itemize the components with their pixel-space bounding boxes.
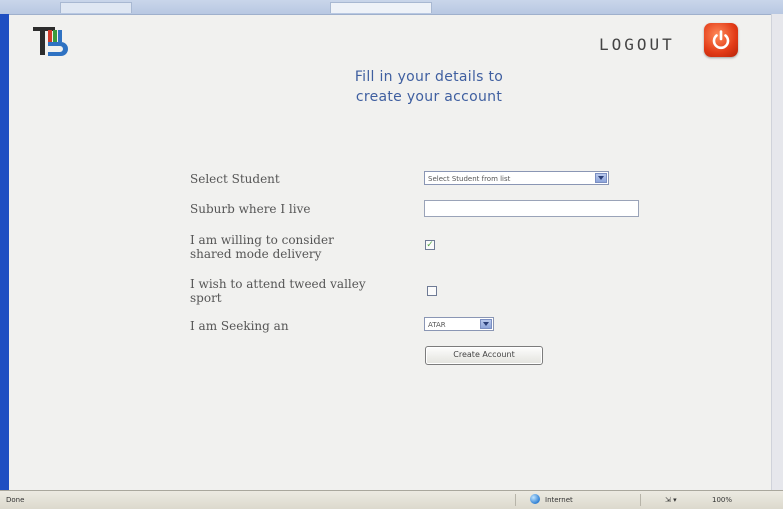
shared-mode-label: I am willing to consider shared mode del… <box>190 233 334 261</box>
tweed-sport-checkbox[interactable] <box>427 286 437 296</box>
seeking-label: I am Seeking an <box>190 319 289 333</box>
browser-status-bar: Done Internet ⇲ ▾ 100% <box>0 490 783 509</box>
chevron-down-icon[interactable] <box>480 319 492 329</box>
seeking-value: ATAR <box>428 321 446 329</box>
status-divider <box>515 494 516 506</box>
power-icon <box>712 30 730 50</box>
logout-label[interactable]: Logout <box>599 35 675 54</box>
browser-tab-active[interactable] <box>330 2 432 13</box>
tweed-sport-label-line-1: I wish to attend tweed valley <box>190 277 366 291</box>
seeking-dropdown[interactable]: ATAR <box>424 317 494 331</box>
browser-tab-strip <box>0 0 783 15</box>
tweed-sport-label: I wish to attend tweed valley sport <box>190 277 366 305</box>
vertical-scrollbar[interactable] <box>771 14 783 490</box>
status-text: Done <box>6 496 25 504</box>
logout-button[interactable] <box>704 23 738 57</box>
tweed-sport-label-line-2: sport <box>190 291 222 305</box>
checkmark-icon: ✓ <box>426 240 434 250</box>
suburb-input[interactable] <box>424 200 639 217</box>
t5-logo <box>33 27 68 56</box>
create-account-button[interactable]: Create Account <box>425 346 543 365</box>
zone-text: Internet <box>545 496 573 504</box>
shared-mode-checkbox[interactable]: ✓ <box>425 240 435 250</box>
shared-mode-label-line-1: I am willing to consider <box>190 233 334 247</box>
select-student-dropdown[interactable]: Select Student from list <box>424 171 609 185</box>
page-content: Logout Fill in your details to create yo… <box>9 15 772 490</box>
heading-line-2: create your account <box>355 89 503 105</box>
heading-line-1: Fill in your details to <box>354 69 504 85</box>
shared-mode-label-line-2: shared mode delivery <box>190 247 322 261</box>
select-student-label: Select Student <box>190 172 280 186</box>
window-frame-left <box>0 14 9 490</box>
status-divider <box>640 494 641 506</box>
page-heading: Fill in your details to create your acco… <box>299 67 559 107</box>
zoom-level[interactable]: 100% <box>712 496 732 504</box>
chevron-down-icon[interactable] <box>595 173 607 183</box>
browser-tab[interactable] <box>60 2 132 13</box>
suburb-label: Suburb where I live <box>190 202 311 216</box>
zoom-arrow-icon[interactable]: ⇲ ▾ <box>665 496 677 504</box>
select-student-value: Select Student from list <box>428 175 511 183</box>
globe-icon <box>530 494 540 504</box>
